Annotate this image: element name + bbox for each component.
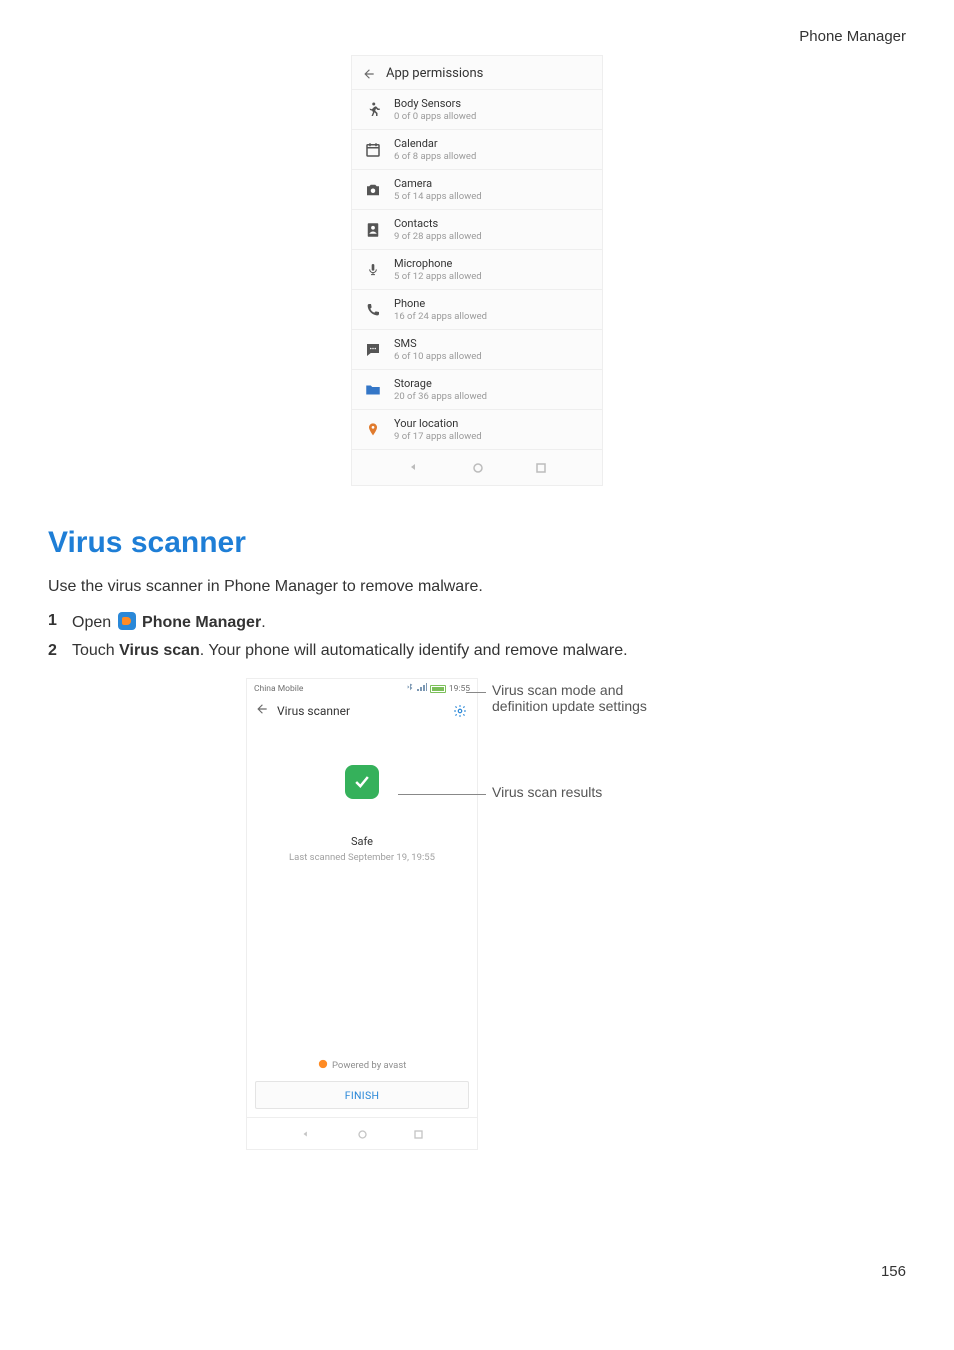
callout-results-text: Virus scan results — [492, 784, 708, 800]
page-number: 156 — [881, 1263, 906, 1280]
callout-results: Virus scan results — [478, 784, 708, 800]
permission-title: Calendar — [394, 137, 476, 150]
nav-home-icon[interactable] — [358, 1124, 367, 1143]
permission-subtitle: 5 of 14 apps allowed — [394, 191, 482, 202]
nav-back-icon[interactable] — [408, 458, 420, 477]
permission-title: Microphone — [394, 257, 482, 270]
virus-scanner-body: Safe Last scanned September 19, 19:55 — [247, 725, 477, 955]
nav-back-icon[interactable] — [301, 1124, 311, 1143]
running-person-icon — [362, 99, 384, 121]
virus-scanner-title: Virus scanner — [277, 704, 350, 718]
nav-home-icon[interactable] — [473, 458, 483, 477]
permission-row-storage[interactable]: Storage 20 of 36 apps allowed — [352, 369, 602, 409]
phone-manager-app-icon — [118, 612, 136, 630]
powered-text: Powered by avast — [332, 1060, 406, 1071]
folder-icon — [362, 379, 384, 401]
permission-subtitle: 5 of 12 apps allowed — [394, 271, 482, 282]
step-number-2: 2 — [48, 642, 72, 660]
step2-suffix: . Your phone will automatically identify… — [200, 642, 628, 659]
sms-icon — [362, 339, 384, 361]
step2-bold: Virus scan — [119, 642, 200, 659]
bluetooth-icon — [406, 682, 414, 695]
step1-prefix: Open — [72, 614, 116, 631]
permission-title: Contacts — [394, 217, 482, 230]
permission-subtitle: 6 of 8 apps allowed — [394, 151, 476, 162]
callouts-column: Virus scan mode and definition update se… — [478, 678, 708, 800]
screenshot-app-permissions: App permissions Body Sensors 0 of 0 apps… — [351, 55, 603, 486]
safe-label: Safe — [257, 835, 467, 848]
android-navbar — [247, 1117, 477, 1149]
carrier-label: China Mobile — [254, 684, 303, 694]
screenshot-virus-scanner: China Mobile 19:55 Virus scanner — [246, 678, 478, 1150]
permission-title: Camera — [394, 177, 482, 190]
permission-title: Storage — [394, 377, 487, 390]
callout-settings-line1: Virus scan mode and — [492, 682, 708, 698]
battery-icon — [430, 685, 446, 693]
permission-subtitle: 6 of 10 apps allowed — [394, 351, 482, 362]
location-pin-icon — [362, 419, 384, 441]
permission-title: Your location — [394, 417, 482, 430]
permission-row-microphone[interactable]: Microphone 5 of 12 apps allowed — [352, 249, 602, 289]
signal-icon — [417, 683, 427, 694]
microphone-icon — [362, 259, 384, 281]
permission-subtitle: 9 of 28 apps allowed — [394, 231, 482, 242]
permission-row-contacts[interactable]: Contacts 9 of 28 apps allowed — [352, 209, 602, 249]
screenshot-virus-scanner-container: China Mobile 19:55 Virus scanner — [48, 678, 906, 1150]
permission-subtitle: 9 of 17 apps allowed — [394, 431, 482, 442]
permission-row-camera[interactable]: Camera 5 of 14 apps allowed — [352, 169, 602, 209]
phone-icon — [362, 299, 384, 321]
android-navbar — [352, 449, 602, 485]
screenshot-app-permissions-container: App permissions Body Sensors 0 of 0 apps… — [48, 55, 906, 486]
permission-row-location[interactable]: Your location 9 of 17 apps allowed — [352, 409, 602, 449]
page-header-title: Phone Manager — [48, 28, 906, 45]
back-arrow-icon[interactable] — [362, 67, 378, 81]
powered-by-label: Powered by avast — [247, 1055, 477, 1077]
callout-settings: Virus scan mode and definition update se… — [478, 682, 708, 714]
back-arrow-icon[interactable] — [255, 702, 269, 719]
step-1-body: Open Phone Manager. — [72, 612, 906, 632]
gear-icon[interactable] — [453, 704, 467, 718]
permission-title: SMS — [394, 337, 482, 350]
app-permissions-title: App permissions — [386, 66, 483, 81]
steps-list: 1 Open Phone Manager. 2 Touch Virus scan… — [48, 612, 906, 660]
section-heading-virus-scanner: Virus scanner — [48, 526, 906, 560]
permission-subtitle: 16 of 24 apps allowed — [394, 311, 487, 322]
permission-title: Body Sensors — [394, 97, 476, 110]
step2-prefix: Touch — [72, 642, 119, 659]
nav-recent-icon[interactable] — [414, 1124, 423, 1143]
section-intro: Use the virus scanner in Phone Manager t… — [48, 578, 906, 596]
permission-row-phone[interactable]: Phone 16 of 24 apps allowed — [352, 289, 602, 329]
app-permissions-header: App permissions — [352, 56, 602, 89]
finish-button[interactable]: FINISH — [255, 1081, 469, 1109]
permission-row-calendar[interactable]: Calendar 6 of 8 apps allowed — [352, 129, 602, 169]
status-bar: China Mobile 19:55 — [247, 679, 477, 696]
nav-recent-icon[interactable] — [536, 458, 546, 477]
permission-title: Phone — [394, 297, 487, 310]
permission-subtitle: 20 of 36 apps allowed — [394, 391, 487, 402]
permission-row-body-sensors[interactable]: Body Sensors 0 of 0 apps allowed — [352, 89, 602, 129]
step1-suffix: . — [261, 614, 265, 631]
scan-result-badge — [345, 765, 379, 799]
contacts-icon — [362, 219, 384, 241]
permission-row-sms[interactable]: SMS 6 of 10 apps allowed — [352, 329, 602, 369]
calendar-icon — [362, 139, 384, 161]
last-scanned-label: Last scanned September 19, 19:55 — [257, 852, 467, 863]
callout-settings-line2: definition update settings — [492, 698, 708, 714]
camera-icon — [362, 179, 384, 201]
virus-scanner-header: Virus scanner — [247, 696, 477, 725]
step-number-1: 1 — [48, 612, 72, 632]
step-2-body: Touch Virus scan. Your phone will automa… — [72, 642, 906, 660]
permission-subtitle: 0 of 0 apps allowed — [394, 111, 476, 122]
step1-app-name: Phone Manager — [142, 614, 261, 631]
